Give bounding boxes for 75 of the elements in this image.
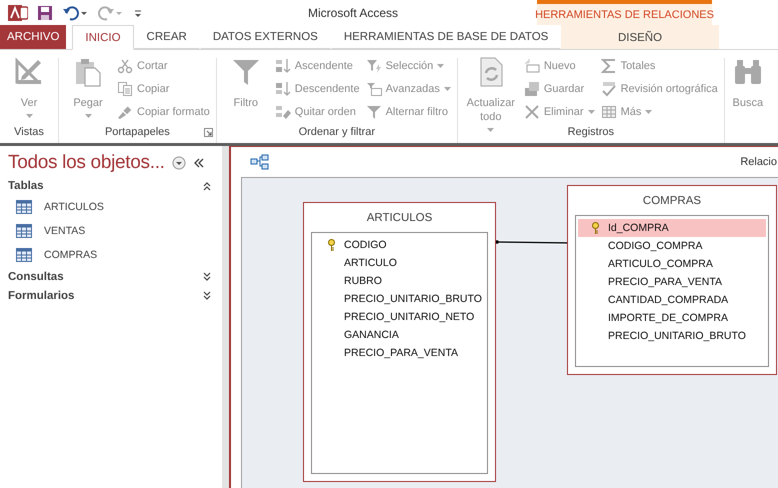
chevron-down-icon[interactable] (202, 272, 212, 282)
group-label: Registros (568, 126, 614, 138)
save-icon[interactable] (37, 4, 53, 20)
context-header: HERRAMIENTAS DE RELACIONES (535, 8, 714, 20)
grid-icon (600, 104, 617, 120)
group-label: Portapapeles (104, 126, 170, 138)
delete-icon (524, 104, 540, 120)
caret-icon (645, 110, 652, 114)
field-row[interactable]: GANANCIA (314, 326, 485, 344)
save-icon (524, 80, 540, 96)
caret-icon (84, 114, 92, 118)
ribbon-tab[interactable]: DATOS EXTERNOS (200, 25, 331, 49)
spell-check-icon (600, 80, 617, 96)
ribbon-tab[interactable]: INICIO (72, 25, 134, 50)
ribbon-tab[interactable]: CREAR (134, 25, 200, 49)
pane-title: Todos los objetos... (8, 152, 165, 174)
caret-icon (437, 64, 444, 68)
paintbrush-icon (117, 104, 133, 120)
field-row[interactable]: PRECIO_PARA_VENTA (314, 344, 485, 362)
chevron-up-icon[interactable] (202, 181, 212, 191)
sigma-icon (600, 58, 617, 74)
nav-group-header[interactable]: Tablas (8, 180, 44, 192)
filter-form-icon (366, 80, 382, 96)
undo-icon[interactable] (62, 4, 88, 20)
window-title: Microsoft Access (308, 6, 398, 20)
sort-descending-icon (274, 80, 291, 96)
funnel-icon (366, 104, 382, 120)
table-icon (16, 200, 32, 214)
caret-icon (444, 86, 451, 90)
group-label: Vistas (14, 126, 44, 138)
nav-group-header[interactable]: Consultas (8, 271, 64, 283)
group-label: Ordenar y filtrar (298, 126, 375, 138)
filter-lightning-icon (366, 58, 382, 74)
field-row[interactable]: RUBRO (314, 272, 485, 290)
table-window[interactable]: ARTICULOS CODIGO ARTICULO RUBRO PRECIO_UNITARIO_BRUTO PRECIO_UNITARIO_NETO GANANCIA PRECIO_PARA_VENTA (303, 202, 496, 482)
table-item[interactable]: ARTICULOS (8, 195, 222, 219)
access-logo-icon[interactable] (8, 4, 28, 22)
sort-ascending-icon (274, 58, 291, 74)
ribbon-tab[interactable]: ARCHIVO (0, 25, 66, 49)
field-row[interactable]: CODIGO_COMPRA (578, 237, 766, 255)
document-tab[interactable]: Relacio (740, 156, 778, 168)
scissors-icon (117, 58, 133, 74)
dialog-launcher-icon[interactable] (204, 128, 213, 137)
chevron-down-icon[interactable] (202, 291, 212, 301)
table-item[interactable]: COMPRAS (8, 243, 222, 267)
field-row[interactable]: CODIGO (314, 236, 485, 254)
eraser-icon (274, 104, 291, 120)
copy-icon (117, 80, 133, 96)
field-row[interactable]: PRECIO_PARA_VENTA (578, 273, 766, 291)
splitter-bar[interactable] (222, 146, 231, 488)
relationships-icon (250, 154, 270, 170)
field-row[interactable]: ARTICULO (314, 254, 485, 272)
field-row[interactable]: PRECIO_UNITARIO_NETO (314, 308, 485, 326)
field-row[interactable]: PRECIO_UNITARIO_BRUTO (314, 290, 485, 308)
table-item[interactable]: VENTAS (8, 219, 222, 243)
dropdown-icon[interactable] (172, 156, 186, 170)
table-icon (16, 248, 32, 262)
field-row[interactable]: CANTIDAD_COMPRADA (578, 291, 766, 309)
collapse-icon[interactable] (192, 157, 205, 169)
ribbon-tab[interactable]: HERRAMIENTAS DE BASE DE DATOS (330, 25, 562, 49)
field-row[interactable]: ARTICULO_COMPRA (578, 255, 766, 273)
table-icon (16, 224, 32, 238)
field-row[interactable]: Id_COMPRA (578, 219, 766, 237)
table-name: ARTICULOS (366, 211, 434, 226)
field-row[interactable]: PRECIO_UNITARIO_BRUTO (578, 327, 766, 345)
key-icon (327, 238, 336, 252)
caret-icon (26, 114, 32, 118)
table-window[interactable]: COMPRAS Id_COMPRA CODIGO_COMPRA ARTICULO_COMPRA PRECIO_PARA_VENTA CANTIDAD_COMPRADA IMPORTE_DE_COMPRA PRECIO_UNITARIO_BRUTO (567, 185, 777, 375)
caret-icon (588, 110, 595, 114)
table-name: COMPRAS (642, 194, 702, 209)
new-record-icon (524, 58, 540, 74)
nav-group-header[interactable]: Formularios (8, 290, 74, 302)
field-row[interactable]: IMPORTE_DE_COMPRA (578, 309, 766, 327)
key-icon (591, 222, 600, 234)
caret-icon (487, 128, 494, 132)
